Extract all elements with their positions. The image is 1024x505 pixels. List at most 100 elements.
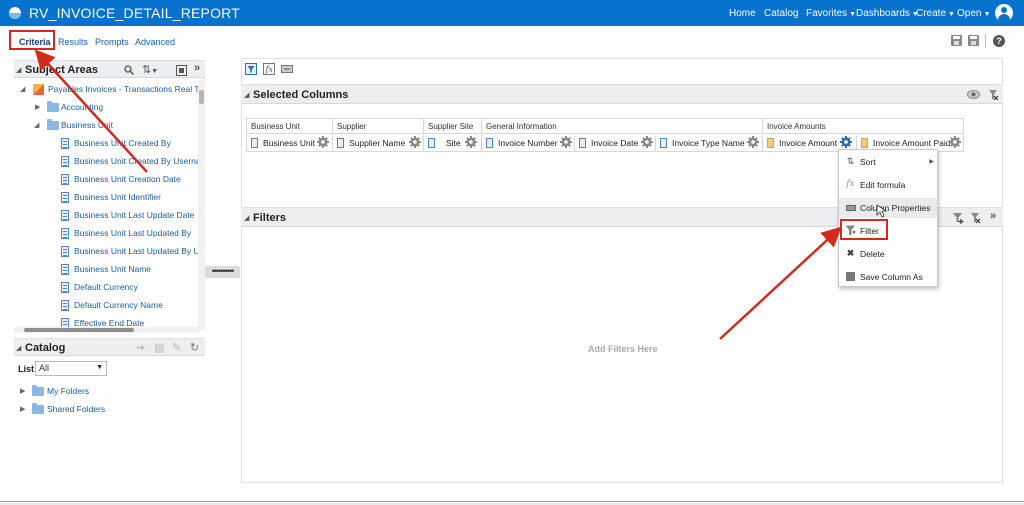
chevron-down-icon: ▼ — [948, 11, 955, 18]
window-bottom-edge — [0, 501, 1024, 502]
selected-column-invoice-type-name[interactable]: Invoice Type Name — [656, 135, 763, 152]
gear-icon[interactable] — [747, 136, 759, 148]
menu-item-edit-formula[interactable]: fx Edit formula — [839, 175, 937, 195]
tree-root-label: Payables Invoices - Transactions Real Ti… — [48, 84, 205, 94]
nav-catalog[interactable]: Catalog — [764, 8, 798, 19]
tree-folder-business-unit[interactable]: ◢ Business Unit — [14, 118, 204, 134]
collapse-triangle-icon[interactable]: ◢ — [16, 344, 21, 352]
gear-icon[interactable] — [560, 136, 572, 148]
catalog-list-select[interactable]: All ▼ — [35, 361, 107, 376]
expanded-triangle-icon[interactable]: ◢ — [34, 121, 39, 129]
gear-icon[interactable] — [465, 136, 477, 148]
tree-root[interactable]: ◢ Payables Invoices - Transactions Real … — [14, 82, 205, 98]
gear-icon[interactable] — [317, 136, 329, 148]
gear-icon[interactable] — [840, 136, 852, 148]
gear-icon[interactable] — [949, 136, 961, 148]
selected-column-invoice-number[interactable]: Invoice Number — [482, 135, 575, 152]
refresh-icon[interactable]: ↻ — [190, 341, 199, 354]
column-icon — [61, 138, 69, 149]
subject-areas-title: Subject Areas — [25, 64, 98, 76]
gear-icon[interactable] — [409, 136, 421, 148]
collapse-triangle-icon[interactable]: ◢ — [244, 91, 249, 99]
catalog-folder-shared[interactable]: ▶ Shared Folders — [14, 402, 205, 418]
chevron-down-icon: ▼ — [96, 364, 103, 371]
tree-horizontal-scrollbar[interactable] — [14, 327, 199, 333]
catalog-header: ◢ Catalog ➔ ▤ ✎ ↻ — [14, 338, 205, 356]
tab-prompts[interactable]: Prompts — [95, 37, 129, 47]
tree-column[interactable]: Business Unit Created By — [14, 136, 204, 152]
expand-panel-icon[interactable]: » — [194, 62, 200, 74]
menu-item-sort[interactable]: ⇅ Sort ▶ — [839, 152, 937, 172]
nav-dashboards[interactable]: Dashboards ▼ — [856, 8, 919, 19]
gear-icon[interactable] — [641, 136, 653, 148]
collapsed-triangle-icon[interactable]: ▶ — [20, 405, 25, 413]
tab-results[interactable]: Results — [58, 37, 88, 47]
tree-column[interactable]: Business Unit Last Update Date — [14, 208, 204, 224]
search-icon[interactable] — [124, 65, 134, 75]
chevron-down-icon: ▼ — [983, 11, 991, 18]
filter-toggle-icon[interactable] — [245, 63, 257, 75]
collapsed-triangle-icon[interactable]: ▶ — [35, 103, 40, 111]
formula-icon[interactable]: fx — [263, 63, 275, 75]
arrow-right-icon[interactable]: ➔ — [136, 341, 145, 354]
folder-icon — [47, 101, 59, 112]
sort-icon[interactable]: ⇅▼ — [142, 63, 158, 76]
column-group-header: Supplier Site — [424, 119, 482, 134]
tree-column-label: Business Unit Identifier — [74, 192, 161, 202]
menu-item-label: Save Column As — [860, 272, 923, 282]
scrollbar-thumb[interactable] — [24, 328, 134, 332]
column-icon — [337, 138, 344, 148]
remove-all-columns-icon[interactable] — [988, 89, 999, 101]
panel-splitter-handle[interactable]: •••••••••• — [205, 266, 240, 278]
hide-show-icon[interactable] — [967, 90, 980, 99]
selected-column-business-unit[interactable]: Business Unit — [247, 135, 333, 152]
tree-column[interactable]: Default Currency Name — [14, 298, 204, 314]
selected-column-label: Invoice Type Name — [672, 138, 745, 148]
menu-item-save-column-as[interactable]: Save Column As — [839, 267, 937, 287]
nav-favorites[interactable]: Favorites ▼ — [806, 8, 856, 19]
tree-folder-accounting[interactable]: ▶ Accounting — [14, 100, 204, 116]
selected-column-supplier-name[interactable]: Supplier Name — [333, 135, 424, 152]
tab-advanced[interactable]: Advanced — [135, 37, 175, 47]
collapsed-triangle-icon[interactable]: ▶ — [20, 387, 25, 395]
column-icon — [579, 138, 586, 148]
nav-create[interactable]: Create ▼ — [916, 8, 955, 19]
scrollbar-thumb[interactable] — [199, 90, 204, 104]
tree-vertical-scrollbar[interactable] — [198, 80, 205, 330]
menu-item-delete[interactable]: ✖ Delete — [839, 244, 937, 264]
column-icon — [61, 192, 69, 203]
tree-column[interactable]: Business Unit Last Updated By Username — [14, 244, 204, 260]
collapse-triangle-icon[interactable]: ◢ — [244, 214, 249, 222]
measure-column-icon — [861, 138, 868, 148]
document-icon[interactable]: ▤ — [154, 341, 164, 354]
add-subject-area-icon[interactable] — [176, 65, 187, 76]
folder-icon — [32, 403, 44, 414]
column-icon — [61, 228, 69, 239]
tree-column[interactable]: Business Unit Last Updated By — [14, 226, 204, 242]
expanded-triangle-icon[interactable]: ◢ — [20, 85, 25, 93]
tree-column[interactable]: Business Unit Identifier — [14, 190, 204, 206]
nav-home[interactable]: Home — [729, 8, 756, 19]
remove-all-filters-icon[interactable] — [970, 212, 981, 224]
tree-column[interactable]: Business Unit Creation Date — [14, 172, 204, 188]
save-as-icon[interactable] — [968, 35, 979, 46]
selected-column-site[interactable]: Site — [424, 135, 482, 152]
save-icon[interactable] — [951, 35, 962, 46]
tree-column[interactable]: Default Currency — [14, 280, 204, 296]
user-avatar-icon[interactable] — [995, 4, 1013, 22]
more-options-icon[interactable]: » — [990, 210, 996, 222]
help-icon[interactable]: ? — [993, 35, 1005, 47]
menu-item-column-properties[interactable]: Column Properties — [839, 198, 937, 218]
selected-column-invoice-date[interactable]: Invoice Date — [575, 135, 656, 152]
nav-open[interactable]: Open ▼ — [957, 8, 990, 19]
edit-icon[interactable]: ✎ — [172, 341, 181, 354]
column-properties-icon[interactable] — [281, 65, 293, 73]
tree-column[interactable]: Business Unit Created By Username — [14, 154, 204, 170]
collapse-triangle-icon[interactable]: ◢ — [16, 66, 21, 74]
add-filter-icon[interactable] — [952, 212, 964, 224]
tree-column-label: Default Currency Name — [74, 300, 163, 310]
catalog-folder-my[interactable]: ▶ My Folders — [14, 384, 205, 400]
delete-icon: ✖ — [846, 248, 855, 258]
tree-column[interactable]: Business Unit Name — [14, 262, 204, 278]
selected-columns-header: ◢ Selected Columns — [241, 84, 1003, 104]
